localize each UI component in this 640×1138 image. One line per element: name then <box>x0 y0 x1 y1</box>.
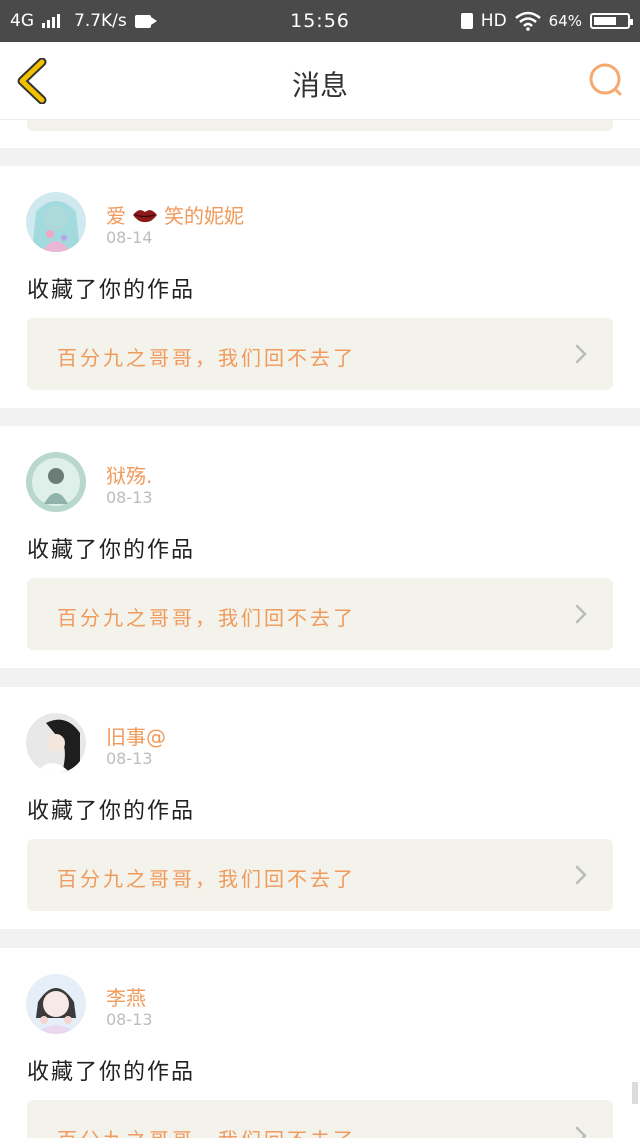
chevron-right-icon <box>575 1126 587 1138</box>
message-date: 08-13 <box>106 488 153 507</box>
network-speed: 7.7K/s <box>74 11 127 31</box>
message-list: 爱 笑的妮妮 08-14 收藏了你的作品 百分九之哥哥，我们回不去了 狱殇. 0… <box>0 120 640 1138</box>
partial-message-card <box>0 120 640 148</box>
username[interactable]: 狱殇. <box>106 460 152 489</box>
avatar[interactable] <box>26 452 86 512</box>
username[interactable]: 李燕 <box>106 982 146 1011</box>
message-date: 08-14 <box>106 228 153 247</box>
hd-label: HD <box>480 11 507 31</box>
signal-icon <box>42 14 60 28</box>
message-action: 收藏了你的作品 <box>27 278 196 303</box>
status-right: HD 64% <box>460 11 633 31</box>
username-suffix: 笑的妮妮 <box>164 204 244 228</box>
battery-saver-icon <box>460 13 473 29</box>
video-icon <box>134 14 157 28</box>
message-action: 收藏了你的作品 <box>27 1060 196 1085</box>
scrollbar[interactable] <box>632 1082 638 1104</box>
avatar[interactable] <box>26 192 86 252</box>
work-link[interactable]: 百分九之哥哥，我们回不去了 <box>27 578 613 650</box>
message-card: 狱殇. 08-13 收藏了你的作品 百分九之哥哥，我们回不去了 <box>0 426 640 668</box>
message-date: 08-13 <box>106 1010 153 1029</box>
work-link[interactable]: 百分九之哥哥，我们回不去了 <box>27 839 613 911</box>
avatar[interactable] <box>26 713 86 773</box>
message-card: 爱 笑的妮妮 08-14 收藏了你的作品 百分九之哥哥，我们回不去了 <box>0 166 640 408</box>
work-link[interactable]: 百分九之哥哥，我们回不去了 <box>27 318 613 390</box>
work-title: 百分九之哥哥，我们回不去了 <box>57 346 356 370</box>
username-text: 狱殇. <box>106 464 153 488</box>
work-title: 百分九之哥哥，我们回不去了 <box>57 1124 356 1138</box>
chevron-right-icon <box>575 344 587 364</box>
status-left: 4G 7.7K/s <box>10 11 157 31</box>
work-title: 百分九之哥哥，我们回不去了 <box>57 867 356 891</box>
username-text: 旧事@ <box>106 725 166 749</box>
chevron-right-icon <box>575 865 587 885</box>
message-card: 旧事@ 08-13 收藏了你的作品 百分九之哥哥，我们回不去了 <box>0 687 640 929</box>
work-title: 百分九之哥哥，我们回不去了 <box>57 606 356 630</box>
username-prefix: 爱 <box>106 204 126 228</box>
message-action: 收藏了你的作品 <box>27 799 196 824</box>
page-title: 消息 <box>291 69 348 102</box>
avatar[interactable] <box>26 974 86 1034</box>
wifi-icon <box>514 11 541 31</box>
work-link[interactable]: 百分九之哥哥，我们回不去了 <box>27 1100 613 1138</box>
username[interactable]: 旧事@ <box>106 721 166 750</box>
battery-percent: 64% <box>548 12 582 30</box>
partial-work-link[interactable] <box>27 120 613 131</box>
top-nav-bar: 消息 <box>0 42 640 120</box>
chevron-right-icon <box>575 604 587 624</box>
search-button[interactable] <box>586 60 626 100</box>
message-action: 收藏了你的作品 <box>27 538 196 563</box>
username[interactable]: 爱 笑的妮妮 <box>106 200 244 229</box>
status-bar: 4G 7.7K/s 15:56 HD 64% <box>0 0 640 42</box>
lips-icon <box>133 209 157 222</box>
username-text: 李燕 <box>106 986 146 1010</box>
message-date: 08-13 <box>106 749 153 768</box>
network-type: 4G <box>10 11 34 31</box>
battery-icon <box>590 13 633 29</box>
message-card: 李燕 08-13 收藏了你的作品 百分九之哥哥，我们回不去了 <box>0 948 640 1138</box>
